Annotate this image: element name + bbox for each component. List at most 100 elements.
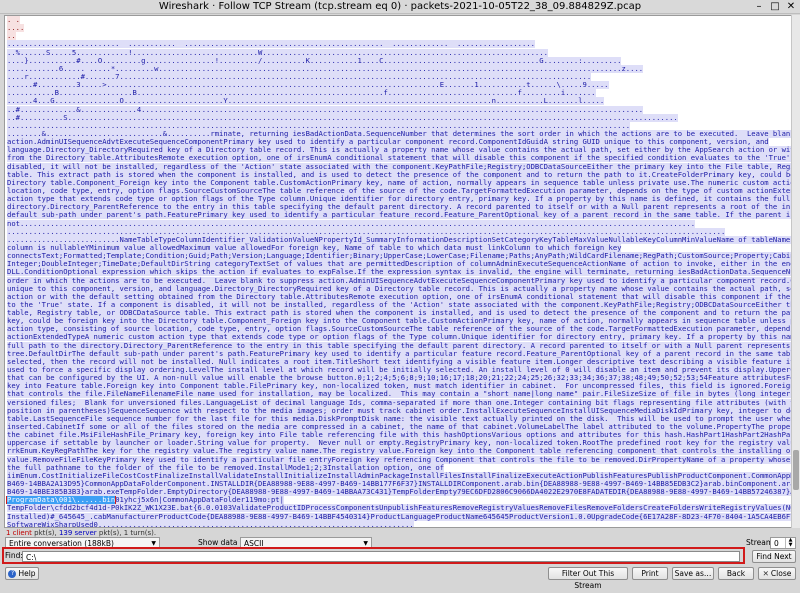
tcp-stream-content[interactable]: . ................................. ....… — [4, 15, 793, 528]
back-button[interactable]: Back — [718, 567, 754, 580]
stream-text: key into Feature table.Foreign key into … — [7, 382, 792, 391]
stream-text: table.LastSequenceFile sequence number f… — [7, 414, 792, 423]
stream-text: table, Registry table, or ODBCDataSource… — [7, 309, 792, 318]
stream-line: that can be configured by the UI. A non-… — [5, 374, 792, 383]
stream-text: action.AdminUISequenceAdvtExecuteSequenc… — [7, 138, 769, 147]
stream-line: TempFolder\cfdd2bcf4d1d-P0kIK2Z_WK1X23E.… — [5, 504, 792, 513]
find-next-button[interactable]: Find Next — [752, 550, 796, 563]
close-window-icon[interactable]: ✕ — [786, 0, 796, 13]
stream-line: not.....................................… — [5, 219, 792, 228]
maximize-icon[interactable]: □ — [770, 0, 780, 13]
stream-text: not.....................................… — [7, 219, 696, 228]
find-input[interactable]: C:\ — [22, 551, 740, 562]
stream-line: action or with the default setting obtai… — [5, 292, 792, 301]
stream-line: selected, then the record will not be in… — [5, 357, 792, 366]
stream-line: . . — [5, 16, 792, 24]
stream-number-spinner[interactable]: 0 ▲ ▼ — [770, 537, 796, 549]
stream-line: ........................................… — [5, 121, 792, 130]
stream-line: SoftwareWixSharpUsed0...................… — [5, 520, 792, 528]
packet-summary-sep: pkt(s), — [31, 529, 59, 537]
stream-number-value: 0 — [774, 539, 779, 548]
stream-line: Integer;DoubleInteger;TimeDate;DefaultDi… — [5, 260, 792, 269]
packet-summary-tail: pkt(s), 1 turn(s). — [96, 529, 157, 537]
stream-text: that can be configured by the UI. A non-… — [7, 374, 792, 383]
stream-text: ........&...........................&...… — [7, 129, 792, 138]
stream-text: 01yhcj5x6n|CommonAppDataFolder119mo:pt| — [115, 496, 284, 505]
stream-text: ....}...........#....O.........g........… — [7, 56, 622, 65]
stream-text: value.RemoveFileFileKeyPrimary key used … — [7, 455, 792, 464]
stream-line: ..........................NameTableTypeC… — [5, 235, 792, 244]
help-icon: ? — [8, 570, 17, 578]
print-button[interactable]: Print — [632, 567, 668, 580]
spinner-arrows-icon[interactable]: ▲ ▼ — [785, 538, 795, 548]
vertical-scrollbar[interactable] — [791, 15, 800, 528]
stream-line: table. This extract path is stored when … — [5, 170, 792, 179]
stream-text: default sub-path under parent's path.Fea… — [7, 211, 792, 220]
stream-line: Installed)#_645645_.cabManufacturerProdu… — [5, 512, 792, 521]
stream-text: tree.DefaultDirThe default sub-path unde… — [7, 349, 792, 358]
stream-line: action.AdminUISequenceAdvtExecuteSequenc… — [5, 138, 792, 147]
scrollbar-thumb[interactable] — [793, 450, 799, 490]
stream-text: ..........................NameTableTypeC… — [7, 235, 792, 244]
stream-text: ......#.........3.....>.................… — [7, 81, 609, 90]
stream-line: ....}...........#....O.........g........… — [5, 56, 792, 65]
stream-text: versioned files; Blank for unversioned f… — [7, 398, 792, 407]
stream-line: ............6..... .....*.........w.....… — [5, 64, 792, 73]
stream-text: connectsText;Formatted;Template;Conditio… — [7, 252, 792, 261]
stream-line: tree.DefaultDirThe default sub-path unde… — [5, 349, 792, 358]
stream-text: ...........B.................B..........… — [7, 89, 596, 98]
stream-text: location, code type, entry, option flags… — [7, 186, 792, 195]
stream-text: ..%......S.....5............!...........… — [7, 48, 548, 57]
window-titlebar: Wireshark · Follow TCP Stream (tcp.strea… — [0, 0, 800, 14]
window-title: Wireshark · Follow TCP Stream (tcp.strea… — [158, 1, 642, 12]
stream-line: B469-14BBA2A13D95}CommonAppDataFolderCom… — [5, 480, 792, 489]
stream-text: order in which the actions are to be exe… — [7, 276, 792, 285]
stream-text: TempFolder\cfdd2bcf4d1d-P0kIK2Z_WK1X23E.… — [7, 504, 792, 513]
stream-line: ...........B.................B..........… — [5, 89, 792, 98]
window-controls: – □ ✕ — [754, 0, 796, 13]
stream-text: to the 'True' state. If a component is d… — [7, 300, 792, 309]
filter-out-button[interactable]: Filter Out This Stream — [548, 567, 628, 590]
help-label: Help — [18, 569, 36, 578]
stream-text: the full pathname to the folder of the f… — [7, 463, 445, 472]
stream-line: iimEnum.CostInitializeFileCostCostFinali… — [5, 471, 792, 480]
stream-text: ........................................… — [7, 121, 631, 130]
stream-line: default sub-path under parent's path.Fea… — [5, 211, 792, 220]
stream-line: the cabinet file.MsiFileHashFile_Primary… — [5, 431, 792, 440]
stream-line: key into Feature table.Foreign key into … — [5, 382, 792, 391]
minimize-icon[interactable]: – — [754, 0, 764, 13]
stream-line: used to force a specific display orderin… — [5, 366, 792, 375]
stream-text: position in parentheses)SequenceSequence… — [7, 406, 792, 415]
stream-line: B469-14BBE385B3B3}arab.exeTempFolder.Emp… — [5, 488, 792, 497]
stream-text: full path to the directory.Directory_Par… — [7, 341, 792, 350]
stream-text: disabled, it will not be installed, rega… — [7, 162, 792, 171]
stream-text: iimEnum.CostInitializeFileCostCostFinali… — [7, 471, 792, 480]
client-packets: 1 client — [6, 529, 32, 537]
stream-line: ..#.............&.............4.........… — [5, 105, 792, 114]
stream-line: column is nullableYMinimum value allowed… — [5, 243, 792, 252]
stream-text: actionExtendedTypeA numeric custom actio… — [7, 333, 792, 342]
stream-line: uppercase if settable by launcher or loa… — [5, 439, 792, 448]
stream-line: unique to this component, version, and l… — [5, 284, 792, 293]
stream-text: .......................... ........... .… — [7, 40, 535, 49]
stream-line: that controls the file.FileNameFilenameF… — [5, 390, 792, 399]
stream-line: ..%......S.....5............!...........… — [5, 48, 792, 57]
stream-text: B469-14BBE385B3B3}arab.exeTempFolder.Emp… — [7, 488, 792, 497]
save-as-button[interactable]: Save as… — [672, 567, 714, 580]
stream-line: actionExtendedTypeA numeric custom actio… — [5, 333, 792, 342]
find-label: Find: — [5, 551, 23, 560]
stream-text: ..#.............&.............4.........… — [7, 105, 644, 114]
help-button[interactable]: ? Help — [5, 567, 39, 580]
stream-line: key, could be foreign key into the Direc… — [5, 317, 792, 326]
stream-line: to the 'True' state. If a component is d… — [5, 300, 792, 309]
stream-text: uppercase if settable by launcher or loa… — [7, 439, 792, 448]
find-input-value: C:\ — [26, 553, 37, 562]
stream-text: Integer;DoubleInteger;TimeDate;DefaultDi… — [7, 260, 792, 269]
stream-line: .. — [5, 32, 792, 41]
packet-summary: 1 client pkt(s), 139 server pkt(s), 1 tu… — [6, 529, 156, 537]
stream-text: SoftwareWixSharpUsed0...................… — [7, 520, 414, 528]
stream-line: ....r............#.......7..............… — [5, 72, 792, 81]
stream-text: Installed)#_645645_.cabManufacturerProdu… — [7, 512, 792, 521]
stream-text: rrkEnum.KeyRegPathThe key for the regist… — [7, 447, 792, 456]
close-button[interactable]: ✕ Close — [758, 567, 796, 580]
